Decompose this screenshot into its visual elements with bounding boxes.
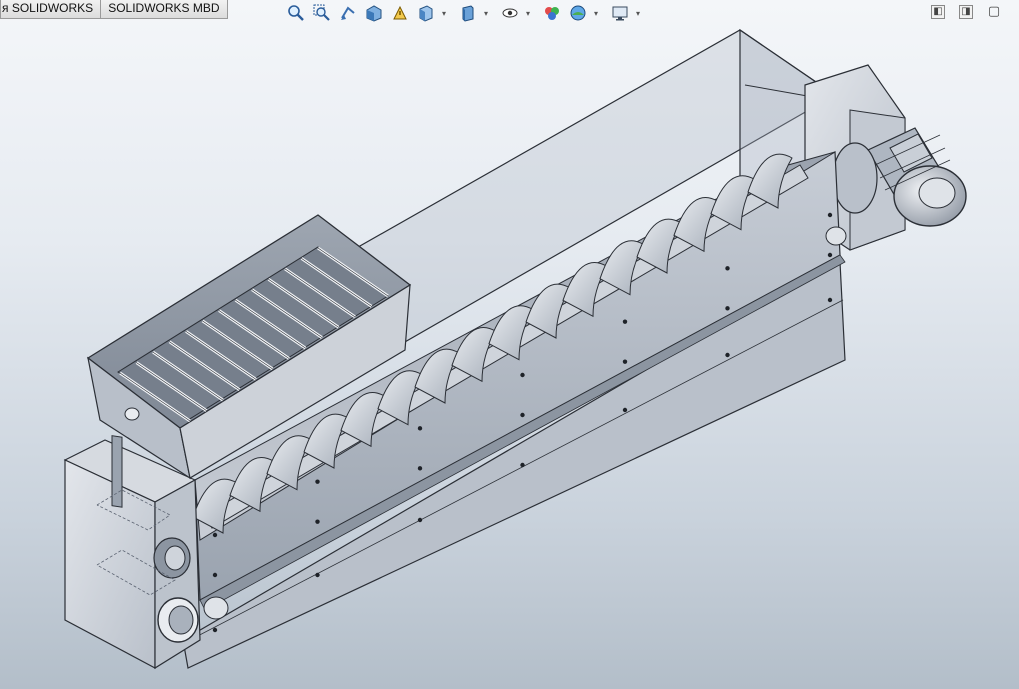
bolt [212, 627, 218, 633]
bolt [827, 212, 833, 218]
bolt [315, 479, 320, 484]
zoom-to-area-icon[interactable] [310, 2, 334, 24]
bolt [315, 572, 320, 578]
screw-conveyor-model [63, 28, 967, 670]
bolt [725, 266, 730, 271]
apply-scene-dropdown-icon[interactable]: ▾ [592, 9, 600, 18]
bolt [417, 517, 423, 523]
apply-scene-icon[interactable] [566, 2, 590, 24]
panel-right-icon[interactable]: ◨ [959, 5, 973, 19]
hide-show-dropdown-icon[interactable]: ▾ [524, 9, 532, 18]
graphics-area[interactable] [0, 0, 1019, 689]
bolt [725, 306, 730, 311]
tab-solidworks-mbd[interactable]: SOLIDWORKS MBD [101, 0, 228, 19]
panel-left-icon[interactable]: ◧ [931, 5, 945, 19]
previous-view-icon[interactable] [336, 2, 360, 24]
edit-appearance-icon[interactable] [540, 2, 564, 24]
bolt [827, 297, 833, 303]
section-view-icon[interactable] [362, 2, 386, 24]
bolt [520, 372, 525, 378]
electric-motor[interactable] [832, 127, 967, 227]
window-controls: ◧ ◨ ▢ [931, 4, 1001, 19]
bolt [417, 466, 423, 471]
restore-icon[interactable]: ▢ [987, 4, 1001, 19]
display-style-icon[interactable] [456, 2, 480, 24]
bolt [622, 407, 628, 413]
view-settings-dropdown-icon[interactable]: ▾ [634, 9, 642, 18]
bolt [827, 252, 833, 258]
bolt [212, 572, 218, 578]
view-settings-icon[interactable] [608, 2, 632, 24]
bolt [315, 519, 320, 524]
document-tabs: я SOLIDWORKS SOLIDWORKS MBD [0, 0, 228, 19]
view-orientation-dropdown-icon[interactable]: ▾ [440, 9, 448, 18]
bolt [622, 359, 628, 364]
right-knob[interactable] [825, 226, 847, 246]
bolt [520, 462, 525, 468]
left-knob[interactable] [203, 596, 229, 620]
hide-show-items-icon[interactable] [498, 2, 522, 24]
zoom-to-fit-icon[interactable] [284, 2, 308, 24]
bolt [622, 319, 628, 324]
dynamic-annotation-icon[interactable] [388, 2, 412, 24]
bolt [725, 352, 730, 358]
view-orientation-icon[interactable] [414, 2, 438, 24]
bolt [212, 532, 218, 538]
bolt [417, 426, 423, 431]
heads-up-view-toolbar: ▾ ▾ ▾ ▾ ▾ [284, 1, 648, 25]
display-style-dropdown-icon[interactable]: ▾ [482, 9, 490, 18]
tab-solidworks[interactable]: я SOLIDWORKS [0, 0, 102, 19]
bolt [520, 412, 525, 418]
